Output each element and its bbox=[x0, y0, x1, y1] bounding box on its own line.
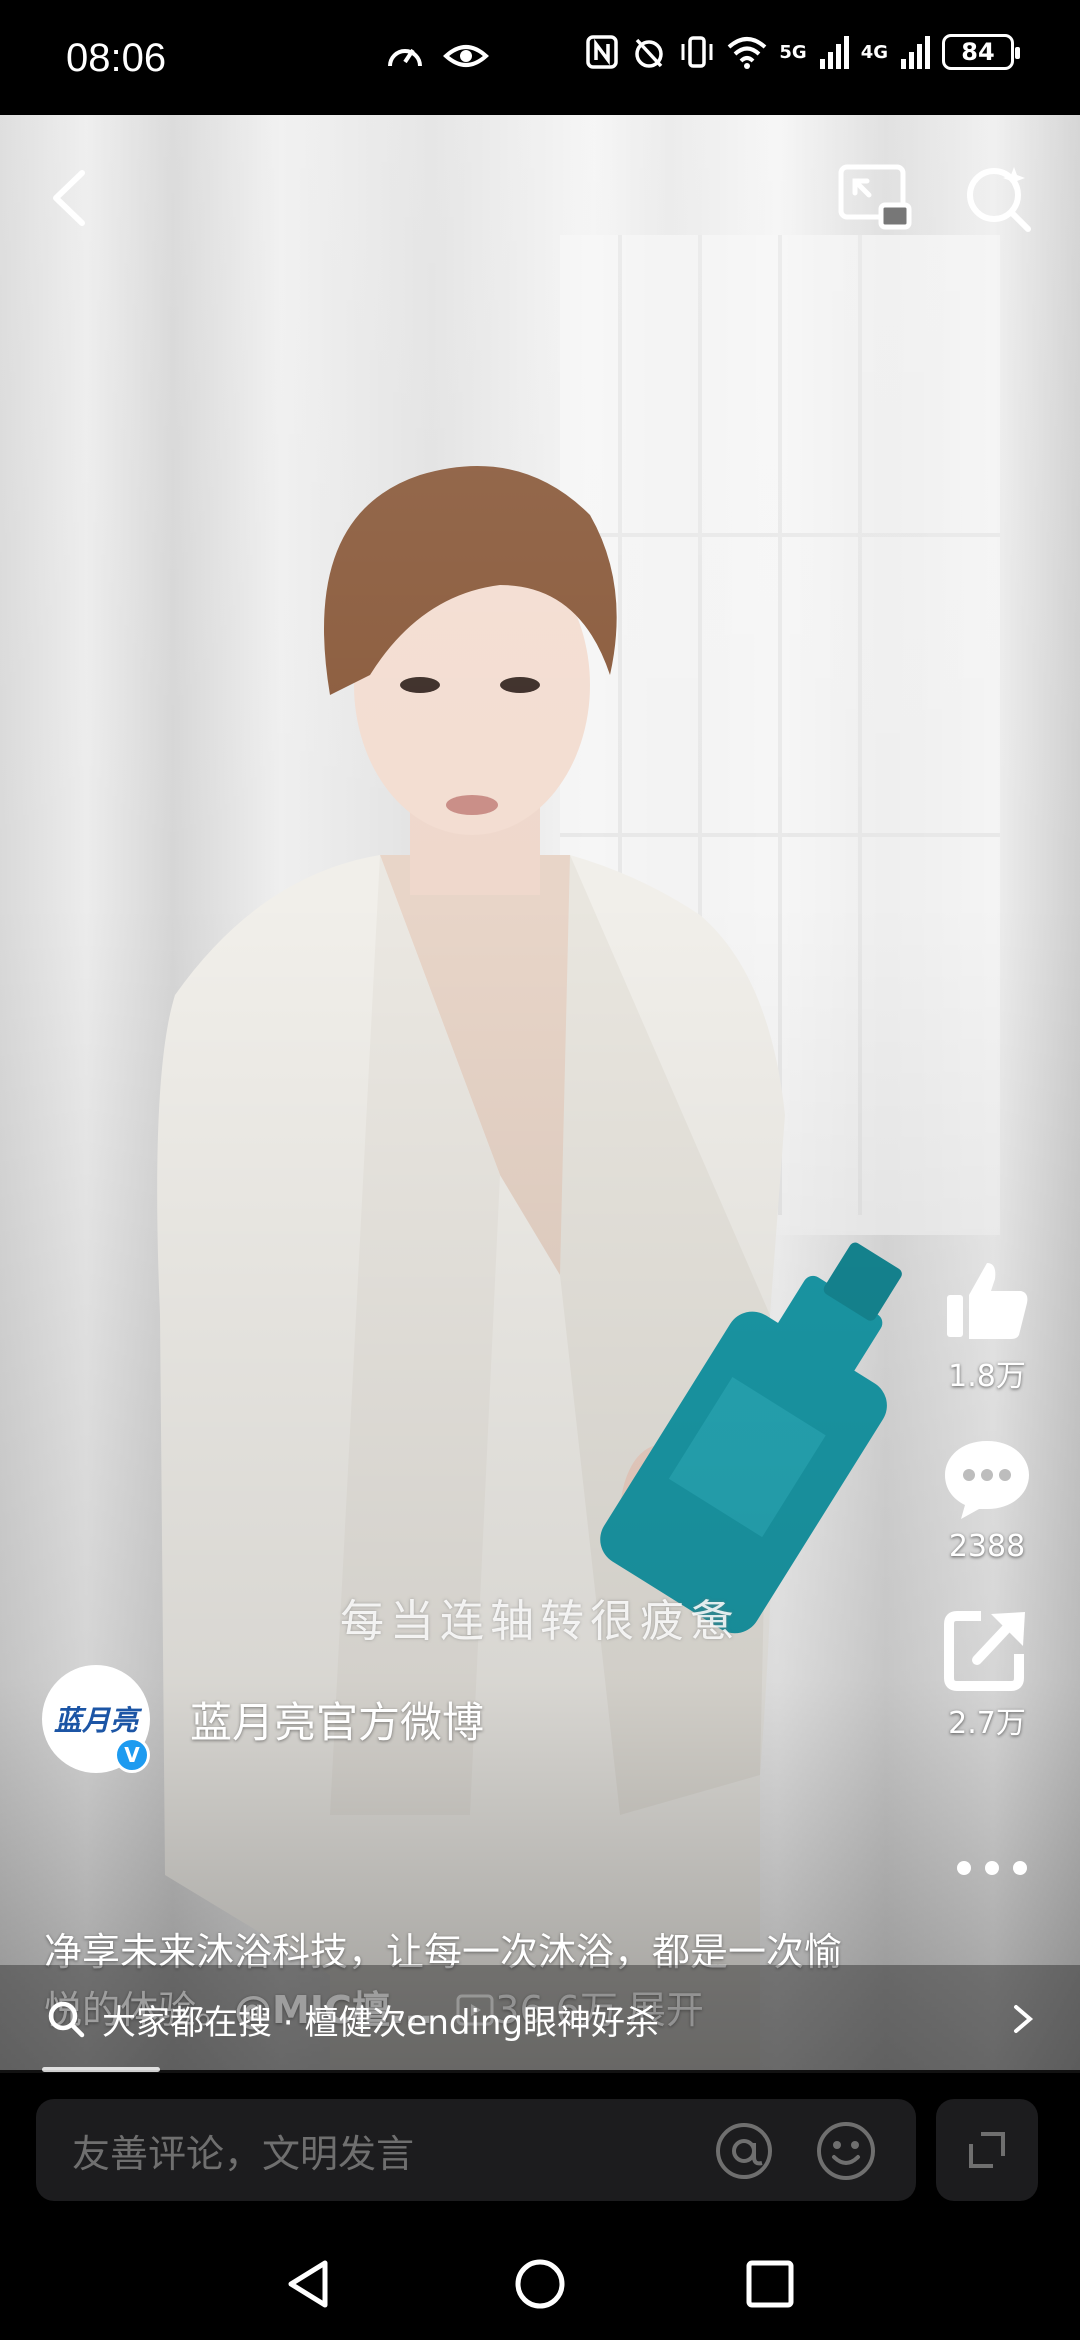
search-suggestion-icon bbox=[48, 2001, 85, 2038]
author-row[interactable]: 蓝月亮 V 蓝月亮官方微博 bbox=[42, 1665, 484, 1773]
thumbs-up-icon bbox=[947, 1263, 1028, 1339]
comment-placeholder: 友善评论，文明发言 bbox=[72, 2131, 415, 2176]
battery-level: 84 bbox=[961, 38, 995, 66]
status-center-icons bbox=[385, 38, 489, 74]
comment-count: 2388 bbox=[948, 1529, 1026, 1564]
more-options-icon[interactable] bbox=[952, 1848, 1032, 1888]
video-overlay-gradient bbox=[0, 115, 1080, 2070]
search-suggestion-bar[interactable]: 大家都在搜 · 檀健次ending眼神好杀 bbox=[0, 1965, 1080, 2073]
eye-icon bbox=[443, 45, 489, 67]
video-subtitle: 每当连轴转很疲惫 bbox=[340, 1596, 740, 1647]
comment-input[interactable]: 友善评论，文明发言 bbox=[36, 2099, 916, 2201]
comment-bar: 友善评论，文明发言 bbox=[0, 2073, 1080, 2223]
expand-comment-button[interactable] bbox=[936, 2099, 1038, 2201]
network-5g-label: 5G bbox=[779, 41, 807, 63]
system-navigation-bar bbox=[0, 2223, 1080, 2340]
picture-in-picture-icon[interactable] bbox=[835, 157, 915, 237]
network-4g-label: 4G bbox=[860, 41, 888, 63]
author-name[interactable]: 蓝月亮官方微博 bbox=[190, 1689, 484, 1750]
signal-4g-icon bbox=[901, 36, 930, 69]
share-icon bbox=[944, 1611, 1025, 1691]
back-icon[interactable] bbox=[40, 163, 100, 233]
nav-home-icon[interactable] bbox=[513, 2257, 567, 2311]
vibrate-icon bbox=[681, 36, 713, 68]
search-icon[interactable] bbox=[958, 157, 1038, 237]
nav-recent-apps-icon[interactable] bbox=[743, 2257, 797, 2311]
nav-back-icon[interactable] bbox=[283, 2257, 337, 2311]
brand-logo-text: 蓝月亮 bbox=[53, 1704, 138, 1737]
comment-button[interactable]: 2388 bbox=[941, 1433, 1033, 1564]
author-avatar[interactable]: 蓝月亮 V bbox=[42, 1665, 150, 1773]
action-column: 1.8万 2388 2.7万 bbox=[922, 1255, 1052, 1780]
speedometer-icon bbox=[388, 48, 422, 67]
share-button[interactable]: 2.7万 bbox=[941, 1602, 1033, 1742]
emoji-icon[interactable] bbox=[814, 2119, 878, 2183]
chevron-right-icon bbox=[1014, 2005, 1034, 2033]
video-player[interactable]: 每当连轴转很疲惫 1.8万 2388 2.7万 蓝月亮 V 蓝月亮官方微博 净享… bbox=[0, 115, 1080, 2070]
nfc-icon bbox=[586, 35, 619, 69]
status-time: 08:06 bbox=[66, 36, 167, 80]
status-right-icons: 5G 4G 84 bbox=[585, 34, 1020, 70]
verified-badge-icon: V bbox=[114, 1737, 150, 1773]
mention-at-icon[interactable] bbox=[712, 2119, 776, 2183]
battery-icon: 84 bbox=[942, 34, 1020, 70]
status-bar: 08:06 5G 4G 84 bbox=[0, 0, 1080, 115]
video-progress-bar[interactable] bbox=[42, 2067, 160, 2072]
like-count: 1.8万 bbox=[948, 1359, 1026, 1394]
like-button[interactable]: 1.8万 bbox=[941, 1255, 1033, 1395]
comment-bubble-icon bbox=[945, 1441, 1029, 1519]
search-suggestion-text: 大家都在搜 · 檀健次ending眼神好杀 bbox=[102, 2002, 660, 2043]
share-count: 2.7万 bbox=[948, 1706, 1026, 1741]
expand-icon bbox=[969, 2132, 1005, 2168]
wifi-icon bbox=[728, 37, 767, 69]
alarm-icon bbox=[635, 38, 664, 68]
signal-5g-icon bbox=[819, 36, 849, 69]
